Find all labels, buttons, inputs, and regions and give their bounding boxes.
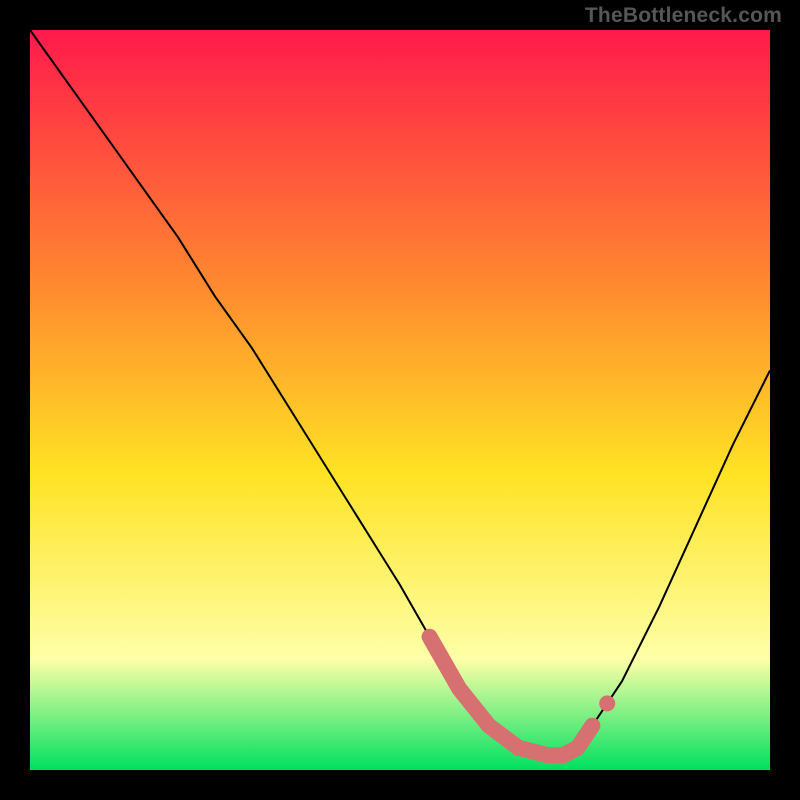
chart-frame: TheBottleneck.com [0, 0, 800, 800]
watermark-text: TheBottleneck.com [585, 4, 782, 28]
frame-bottom [0, 770, 800, 800]
frame-right [770, 0, 800, 800]
highlight-dot [599, 695, 615, 711]
plot-background [30, 30, 770, 770]
frame-left [0, 0, 30, 800]
bottleneck-chart [0, 0, 800, 800]
